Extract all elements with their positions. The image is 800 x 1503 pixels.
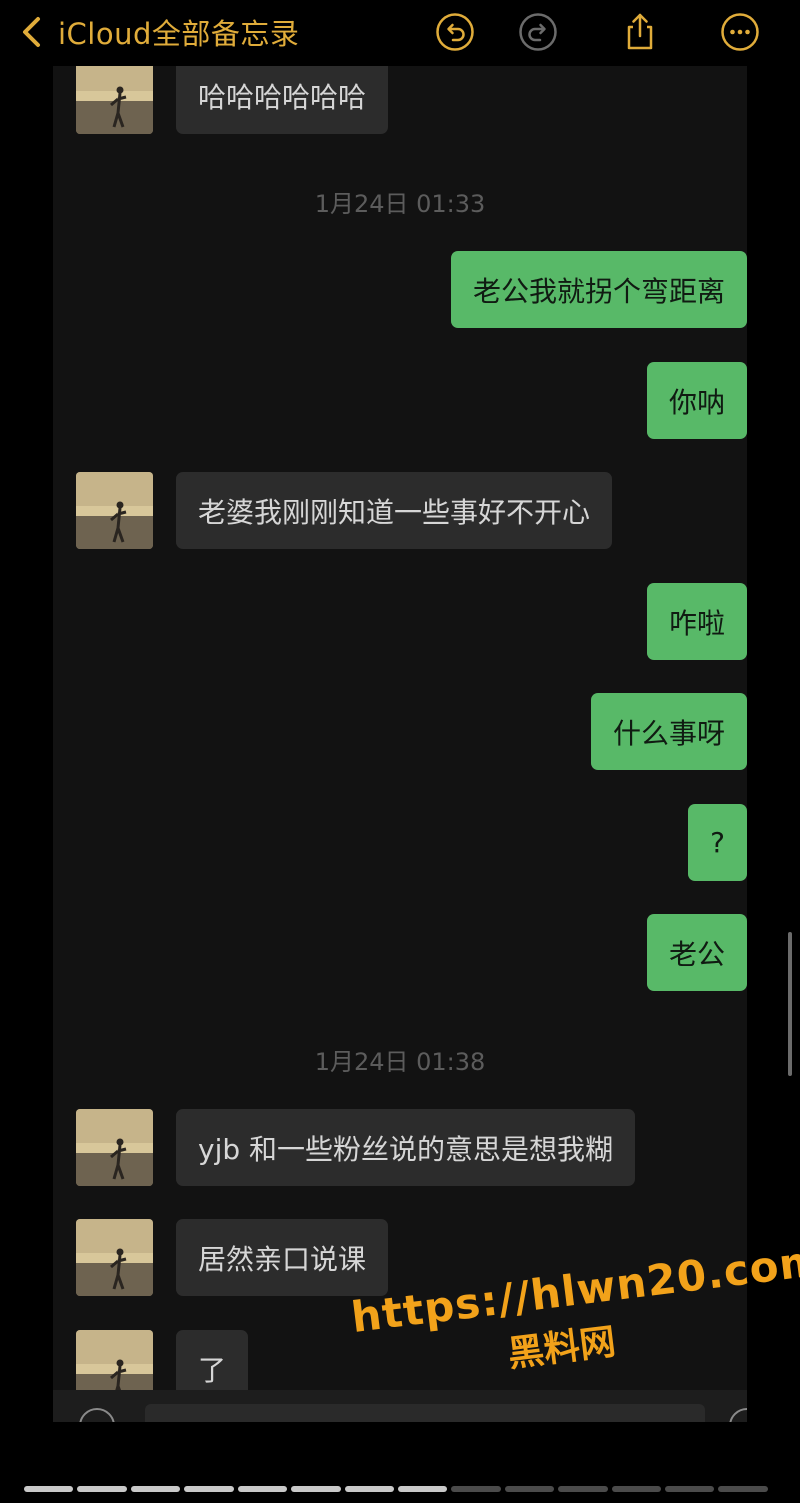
page-indicator-segment <box>237 1486 288 1492</box>
back-label: iCloud全部备忘录 <box>58 17 300 51</box>
timestamp: 1月24日 01:38 <box>314 1048 486 1076</box>
message-bubble-outgoing: 老公我就拐个弯距离 <box>450 251 747 328</box>
message-bubble-outgoing: 咋啦 <box>646 583 747 660</box>
page-indicator-segment <box>718 1486 768 1492</box>
avatar <box>76 66 153 134</box>
share-icon[interactable] <box>620 12 660 52</box>
message-bubble-incoming: 哈哈哈哈哈哈 <box>176 66 389 134</box>
message-bubble-outgoing: 什么事呀 <box>590 693 747 770</box>
message-bubble-outgoing: 你呐 <box>646 362 747 439</box>
page-indicator-segment <box>291 1486 341 1492</box>
message-bubble-incoming: 老婆我刚刚知道一些事好不开心 <box>176 472 613 549</box>
top-nav-bar: iCloud全部备忘录 <box>0 0 800 66</box>
page-indicator-segment <box>397 1486 448 1492</box>
page-indicator-segment <box>77 1486 127 1492</box>
page-indicator <box>24 1486 768 1494</box>
plus-icon <box>729 1408 747 1422</box>
page-indicator-segment <box>24 1486 74 1492</box>
message-bubble-outgoing: ? <box>688 804 747 881</box>
chat-screenshot: 哈哈哈哈哈哈 1月24日 01:33 老公我就拐个弯距离 你呐 老婆我刚刚知道一… <box>53 66 747 1422</box>
message-bubble-outgoing: 老公 <box>646 914 747 991</box>
scrollbar[interactable] <box>788 932 792 1076</box>
chevron-left-icon <box>23 17 40 47</box>
page-indicator-segment <box>184 1486 234 1492</box>
avatar <box>76 472 153 549</box>
timestamp: 1月24日 01:33 <box>314 190 486 218</box>
page-indicator-segment <box>558 1486 608 1492</box>
page-indicator-segment <box>130 1486 181 1492</box>
back-button[interactable]: iCloud全部备忘录 <box>18 10 299 54</box>
avatar <box>76 1219 153 1296</box>
message-bubble-incoming: yjb 和一些粉丝说的意思是想我糊 <box>176 1109 636 1186</box>
message-bubble-incoming: 居然亲口说课 <box>176 1219 389 1296</box>
page-indicator-segment <box>451 1486 501 1492</box>
page-indicator-segment <box>344 1486 394 1492</box>
page-indicator-segment <box>611 1486 662 1492</box>
redo-icon[interactable] <box>518 12 558 52</box>
page-indicator-segment <box>665 1486 715 1492</box>
avatar <box>76 1109 153 1186</box>
page-indicator-segment <box>504 1486 555 1492</box>
undo-icon[interactable] <box>435 12 475 52</box>
more-icon[interactable] <box>720 12 760 52</box>
voice-icon <box>79 1408 115 1422</box>
